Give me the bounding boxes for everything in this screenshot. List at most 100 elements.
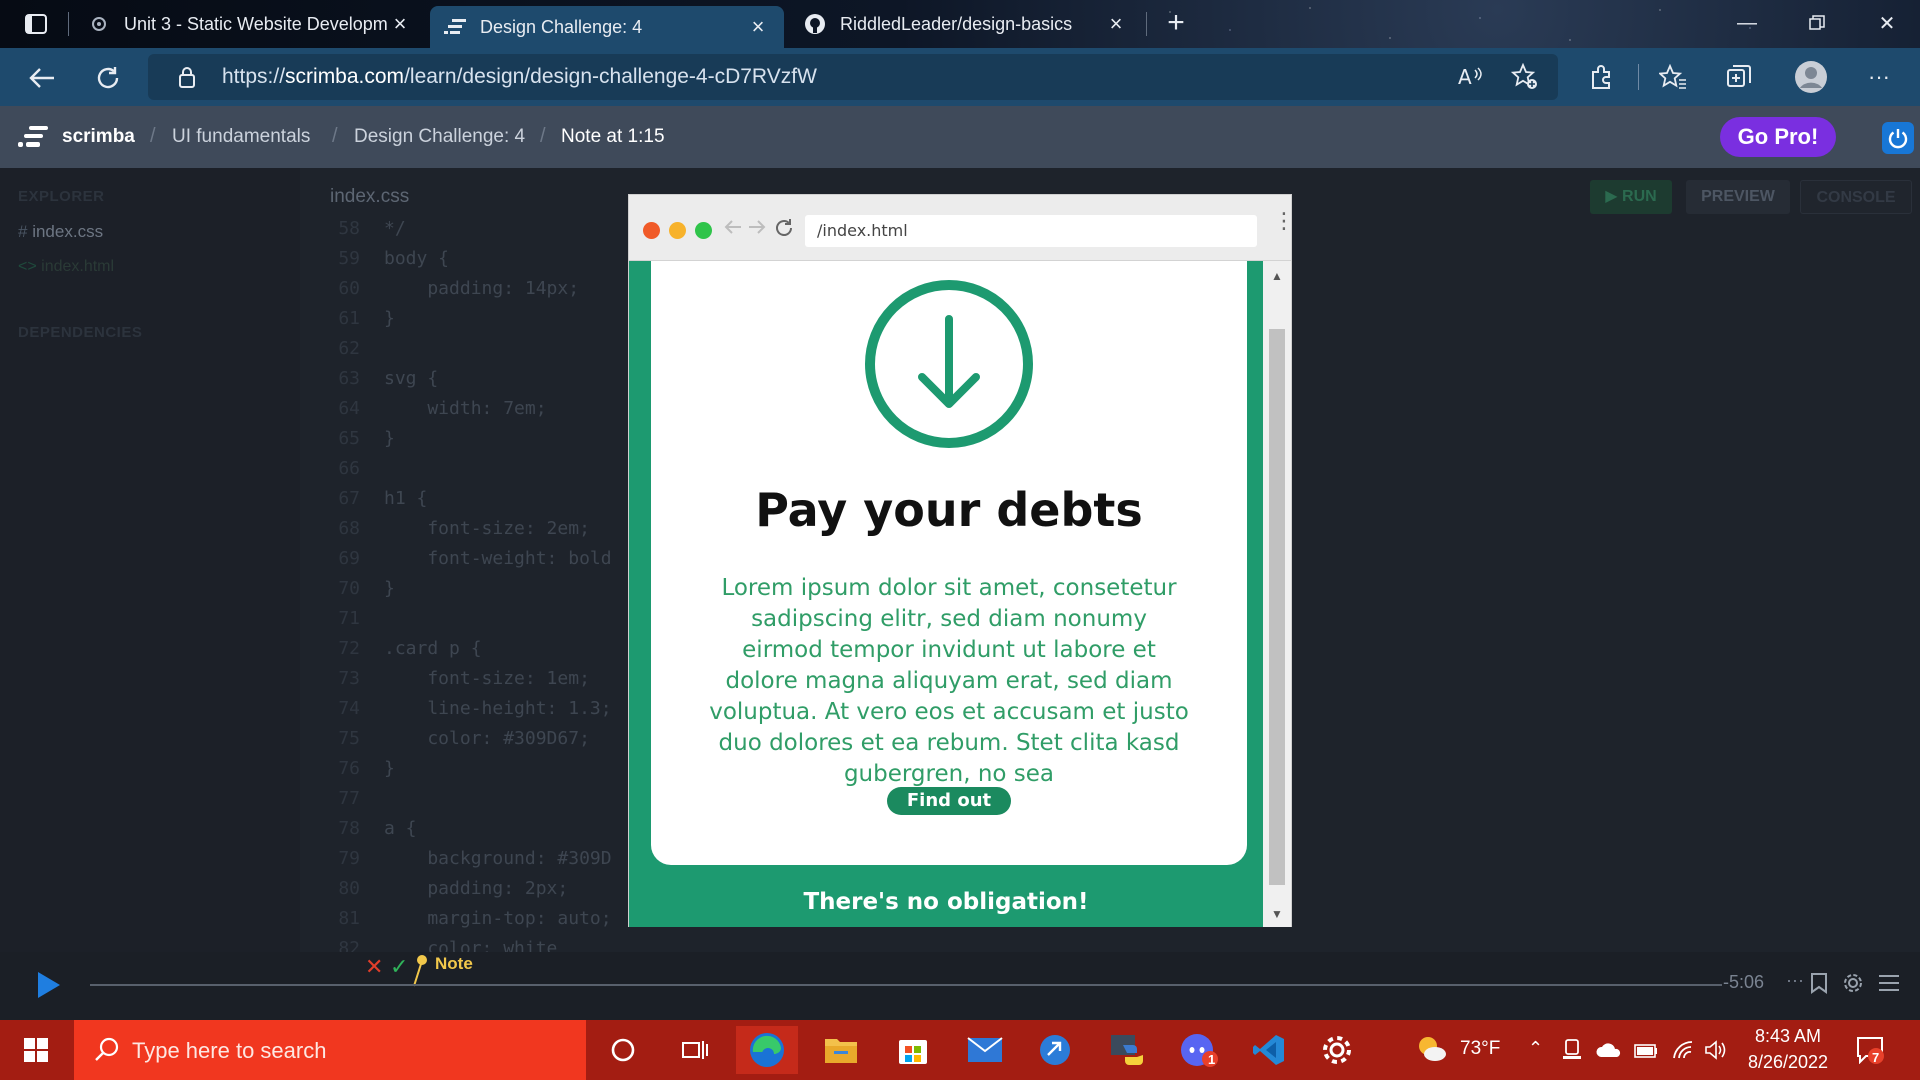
file-index-html[interactable]: <> index.html: [18, 258, 114, 276]
breadcrumb-lesson[interactable]: Design Challenge: 4: [354, 126, 525, 148]
line-code: line-height: 1.3;: [384, 698, 612, 719]
line-code: }: [384, 428, 395, 449]
line-number: 73: [338, 668, 360, 689]
tab-github-repo[interactable]: RiddledLeader/design-basics ×: [790, 4, 1142, 44]
menu-lines-icon[interactable]: [1878, 974, 1900, 997]
maximize-dot[interactable]: [695, 222, 712, 239]
reject-icon[interactable]: ✕: [365, 954, 383, 980]
minimize-button[interactable]: —: [1716, 0, 1778, 46]
taskbar-search[interactable]: Type here to search: [74, 1020, 586, 1080]
scrimba-favicon-icon: [444, 16, 466, 38]
task-view-icon[interactable]: [664, 1026, 726, 1074]
close-window-button[interactable]: ✕: [1856, 0, 1918, 46]
timeline-track[interactable]: [90, 984, 1722, 986]
preview-button[interactable]: PREVIEW: [1686, 180, 1790, 214]
code-line: 64 width: 7em;: [300, 398, 546, 428]
close-tab-icon[interactable]: ×: [746, 14, 770, 40]
reload-icon[interactable]: [773, 217, 795, 244]
preview-scrollbar[interactable]: ▲ ▼: [1263, 261, 1291, 927]
weather-temp[interactable]: 73°F: [1460, 1038, 1500, 1060]
battery-icon[interactable]: [1634, 1044, 1658, 1063]
scrimba-brand[interactable]: scrimba: [62, 126, 135, 148]
preview-page: Pay your debts Lorem ipsum dolor sit ame…: [629, 261, 1263, 927]
show-hidden-icons-icon[interactable]: ⌃: [1528, 1038, 1543, 1059]
back-icon[interactable]: [22, 58, 62, 98]
more-icon[interactable]: ···: [1786, 970, 1804, 991]
settings-gear-icon[interactable]: [1306, 1026, 1368, 1074]
tab-actions-icon[interactable]: [14, 10, 58, 38]
file-explorer-icon[interactable]: [810, 1026, 872, 1074]
discord-icon[interactable]: 1: [1168, 1026, 1230, 1074]
preview-url-field[interactable]: /index.html: [805, 215, 1257, 247]
editor-tab-index-css[interactable]: index.css: [330, 186, 409, 208]
restore-button[interactable]: [1786, 0, 1848, 46]
settings-more-icon[interactable]: ···: [1862, 62, 1896, 92]
accept-icon[interactable]: ✓: [390, 954, 408, 980]
preview-menu-icon[interactable]: ⋮: [1273, 210, 1295, 232]
note-pin-icon[interactable]: [412, 954, 428, 993]
code-line: 60 padding: 14px;: [300, 278, 579, 308]
wifi-icon[interactable]: [1672, 1040, 1694, 1065]
explorer-sidebar: EXPLORER # index.css <> index.html DEPEN…: [0, 168, 300, 968]
code-line: 73 font-size: 1em;: [300, 668, 590, 698]
collections-icon[interactable]: [1722, 62, 1756, 92]
address-bar[interactable]: https://scrimba.com/learn/design/design-…: [148, 54, 1558, 100]
run-button[interactable]: ▶ RUN: [1590, 180, 1672, 214]
onedrive-icon[interactable]: [1596, 1042, 1622, 1063]
extensions-icon[interactable]: [1584, 62, 1618, 92]
vscode-icon[interactable]: [1238, 1026, 1300, 1074]
settings-sync-icon[interactable]: [1024, 1026, 1086, 1074]
play-icon[interactable]: [36, 970, 62, 1005]
browser-toolbar: https://scrimba.com/learn/design/design-…: [0, 48, 1920, 106]
scroll-down-icon[interactable]: ▼: [1271, 907, 1283, 921]
tab-unit-3[interactable]: Unit 3 - Static Website Developm ×: [74, 4, 426, 44]
file-index-css[interactable]: # index.css: [18, 222, 103, 242]
scroll-thumb[interactable]: [1269, 329, 1285, 885]
close-tab-icon[interactable]: ×: [388, 11, 412, 37]
line-code: */: [384, 218, 406, 239]
add-favorite-icon[interactable]: [1510, 63, 1540, 91]
back-icon[interactable]: [723, 217, 743, 242]
line-code: padding: 14px;: [384, 278, 580, 299]
bookmark-icon[interactable]: [1810, 972, 1828, 999]
go-pro-button[interactable]: Go Pro!: [1720, 117, 1836, 157]
weather-icon[interactable]: [1414, 1034, 1448, 1069]
new-tab-button[interactable]: +: [1160, 8, 1192, 40]
cortana-icon[interactable]: [592, 1026, 654, 1074]
clock-date[interactable]: 8/26/2022: [1740, 1052, 1836, 1073]
power-icon[interactable]: [1882, 122, 1914, 154]
find-out-how-link[interactable]: Find out how: [887, 787, 1011, 839]
scrimba-header: scrimba / UI fundamentals / Design Chall…: [0, 106, 1920, 168]
code-line: 66: [300, 458, 384, 488]
microsoft-store-icon[interactable]: [882, 1026, 944, 1074]
code-line: 58 */: [300, 218, 406, 248]
forward-icon[interactable]: [747, 217, 767, 242]
windows-start-icon[interactable]: [0, 1020, 72, 1080]
close-tab-icon[interactable]: ×: [1104, 11, 1128, 37]
tab-title: Unit 3 - Static Website Developm: [124, 13, 388, 34]
edge-icon[interactable]: [736, 1026, 798, 1074]
scrimba-logo-icon[interactable]: [18, 126, 48, 153]
tab-design-challenge[interactable]: Design Challenge: 4 ×: [430, 6, 784, 48]
lock-icon[interactable]: [178, 66, 196, 93]
code-line: 62: [300, 338, 384, 368]
volume-icon[interactable]: [1704, 1040, 1728, 1065]
settings-gear-icon[interactable]: [1842, 972, 1864, 999]
python-icon[interactable]: [1096, 1026, 1158, 1074]
close-dot[interactable]: [643, 222, 660, 239]
scroll-up-icon[interactable]: ▲: [1271, 269, 1283, 283]
code-line: 79 background: #309D: [300, 848, 611, 878]
mail-icon[interactable]: [954, 1026, 1016, 1074]
profile-avatar[interactable]: [1792, 58, 1830, 96]
meet-now-icon[interactable]: [1562, 1039, 1582, 1066]
code-line: 68 font-size: 2em;: [300, 518, 590, 548]
read-aloud-icon[interactable]: A: [1456, 63, 1486, 91]
breadcrumb-course[interactable]: UI fundamentals: [172, 126, 310, 148]
note-label[interactable]: Note: [435, 954, 473, 974]
clock-time[interactable]: 8:43 AM: [1752, 1026, 1824, 1047]
favorites-icon[interactable]: [1656, 62, 1690, 92]
refresh-icon[interactable]: [88, 58, 128, 98]
minimize-dot[interactable]: [669, 222, 686, 239]
console-button[interactable]: CONSOLE: [1800, 180, 1912, 214]
notifications-icon[interactable]: [1856, 1036, 1884, 1069]
